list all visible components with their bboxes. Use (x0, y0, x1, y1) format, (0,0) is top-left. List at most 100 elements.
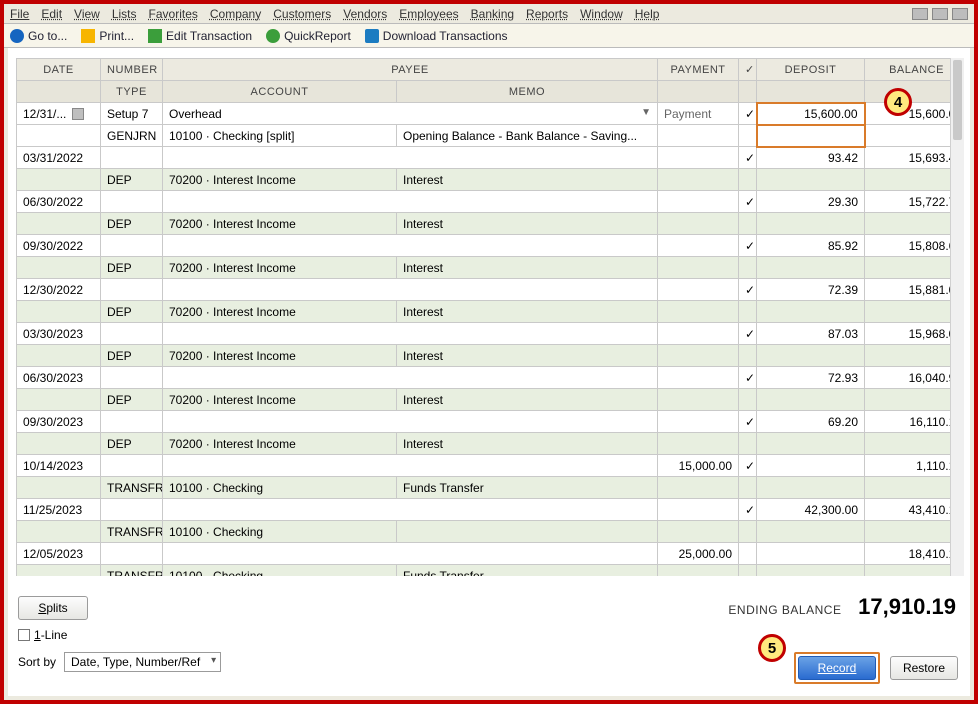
table-row-split[interactable]: DEP70200 · Interest IncomeInterest (17, 257, 965, 279)
menu-view[interactable]: View (74, 7, 100, 21)
menu-reports[interactable]: Reports (526, 7, 568, 21)
cell-type[interactable]: TRANSFR (101, 477, 163, 499)
cell-type[interactable]: DEP (101, 213, 163, 235)
cell-payee[interactable] (163, 323, 658, 345)
cell-account[interactable]: 10100 · Checking (163, 565, 397, 577)
cell-number[interactable]: Setup 7 (101, 103, 163, 125)
cell-payee[interactable] (163, 543, 658, 565)
cell-payment[interactable] (658, 499, 739, 521)
menu-file[interactable]: File (10, 7, 29, 21)
cell-payee[interactable] (163, 367, 658, 389)
deposit-input-cell[interactable] (757, 103, 865, 125)
cell-check[interactable]: ✓ (739, 279, 757, 301)
cell-account[interactable]: 70200 · Interest Income (163, 257, 397, 279)
cell-payment[interactable] (658, 279, 739, 301)
cell-split-account[interactable]: 10100 · Checking [split] (163, 125, 397, 147)
cell-check[interactable]: ✓ (739, 323, 757, 345)
cell-check[interactable]: ✓ (739, 455, 757, 477)
calendar-icon[interactable] (72, 108, 84, 120)
cell-payment[interactable] (658, 235, 739, 257)
cell-split-memo[interactable]: Opening Balance - Bank Balance - Saving.… (397, 125, 658, 147)
toolbar-quickreport[interactable]: QuickReport (266, 29, 351, 43)
cell-date[interactable]: 06/30/2022 (17, 191, 101, 213)
menu-vendors[interactable]: Vendors (343, 7, 387, 21)
table-row[interactable]: 11/25/2023✓42,300.0043,410.19 (17, 499, 965, 521)
scrollbar-thumb[interactable] (953, 60, 962, 140)
cell-check[interactable]: ✓ (739, 103, 757, 125)
chevron-down-icon[interactable]: ▼ (641, 107, 651, 118)
cell-type[interactable]: DEP (101, 345, 163, 367)
cell-number[interactable] (101, 279, 163, 301)
menu-edit[interactable]: Edit (41, 7, 62, 21)
table-row-split[interactable]: DEP70200 · Interest IncomeInterest (17, 433, 965, 455)
cell-number[interactable] (101, 147, 163, 169)
cell-check[interactable]: ✓ (739, 499, 757, 521)
cell-payment[interactable] (658, 323, 739, 345)
min-icon[interactable] (912, 8, 928, 20)
cell-deposit[interactable]: 72.39 (757, 279, 865, 301)
table-row-split[interactable]: DEP70200 · Interest IncomeInterest (17, 213, 965, 235)
table-row-split[interactable]: DEP70200 · Interest IncomeInterest (17, 389, 965, 411)
cell-account[interactable]: 70200 · Interest Income (163, 301, 397, 323)
cell-check[interactable]: ✓ (739, 235, 757, 257)
cell-type[interactable]: DEP (101, 257, 163, 279)
cell-number[interactable] (101, 235, 163, 257)
cell-memo[interactable]: Interest (397, 257, 658, 279)
table-row-split[interactable]: DEP70200 · Interest IncomeInterest (17, 301, 965, 323)
header-type[interactable]: TYPE (101, 81, 163, 103)
header-check[interactable]: ✓ (739, 59, 757, 81)
cell-number[interactable] (101, 191, 163, 213)
cell-deposit[interactable] (757, 455, 865, 477)
menu-lists[interactable]: Lists (112, 7, 137, 21)
table-row-editing[interactable]: 12/31/... Setup 7 Overhead ▼ Payment ✓ (17, 103, 965, 125)
cell-date[interactable]: 12/31/... (17, 103, 101, 125)
table-row[interactable]: 03/30/2023✓87.0315,968.06 (17, 323, 965, 345)
cell-number[interactable] (101, 367, 163, 389)
cell-account[interactable]: 70200 · Interest Income (163, 345, 397, 367)
cell-deposit[interactable] (757, 543, 865, 565)
cell-number[interactable] (101, 411, 163, 433)
cell-type[interactable]: TRANSFR (101, 565, 163, 577)
menu-customers[interactable]: Customers (273, 7, 331, 21)
cell-account[interactable]: 10100 · Checking (163, 521, 397, 543)
cell-memo[interactable]: Interest (397, 433, 658, 455)
cell-account[interactable]: 10100 · Checking (163, 477, 397, 499)
cell-type[interactable]: DEP (101, 169, 163, 191)
menu-help[interactable]: Help (635, 7, 660, 21)
cell-deposit[interactable]: 87.03 (757, 323, 865, 345)
cell-payment[interactable] (658, 367, 739, 389)
header-memo[interactable]: MEMO (397, 81, 658, 103)
cell-split-type[interactable]: GENJRN (101, 125, 163, 147)
cell-payee[interactable] (163, 411, 658, 433)
cell-account[interactable]: 70200 · Interest Income (163, 213, 397, 235)
cell-number[interactable] (101, 543, 163, 565)
cell-payment[interactable]: 15,000.00 (658, 455, 739, 477)
cell-deposit[interactable]: 69.20 (757, 411, 865, 433)
cell-type[interactable]: TRANSFR (101, 521, 163, 543)
cell-memo[interactable] (397, 521, 658, 543)
cell-payee[interactable] (163, 499, 658, 521)
table-row[interactable]: 09/30/2023✓69.2016,110.19 (17, 411, 965, 433)
cell-deposit[interactable]: 72.93 (757, 367, 865, 389)
splits-button[interactable]: Splits (18, 596, 88, 620)
restore-button[interactable]: Restore (890, 656, 958, 680)
table-row-split[interactable]: TRANSFR10100 · CheckingFunds Transfer (17, 565, 965, 577)
table-row[interactable]: 06/30/2022✓29.3015,722.72 (17, 191, 965, 213)
cell-check[interactable]: ✓ (739, 147, 757, 169)
cell-date[interactable]: 10/14/2023 (17, 455, 101, 477)
header-date[interactable]: DATE (17, 59, 101, 81)
scrollbar[interactable] (950, 58, 964, 576)
cell-account[interactable]: 70200 · Interest Income (163, 169, 397, 191)
oneline-checkbox[interactable] (18, 629, 30, 641)
menu-banking[interactable]: Banking (471, 7, 514, 21)
cell-type[interactable]: DEP (101, 389, 163, 411)
cell-date[interactable]: 09/30/2023 (17, 411, 101, 433)
cell-payment[interactable]: Payment (658, 103, 739, 125)
cell-deposit[interactable]: 85.92 (757, 235, 865, 257)
header-payment[interactable]: PAYMENT (658, 59, 739, 81)
cell-deposit[interactable]: 42,300.00 (757, 499, 865, 521)
table-row-split[interactable]: TRANSFR10100 · Checking (17, 521, 965, 543)
cell-payment[interactable] (658, 411, 739, 433)
deposit-input[interactable] (764, 107, 858, 121)
cell-payee[interactable] (163, 191, 658, 213)
